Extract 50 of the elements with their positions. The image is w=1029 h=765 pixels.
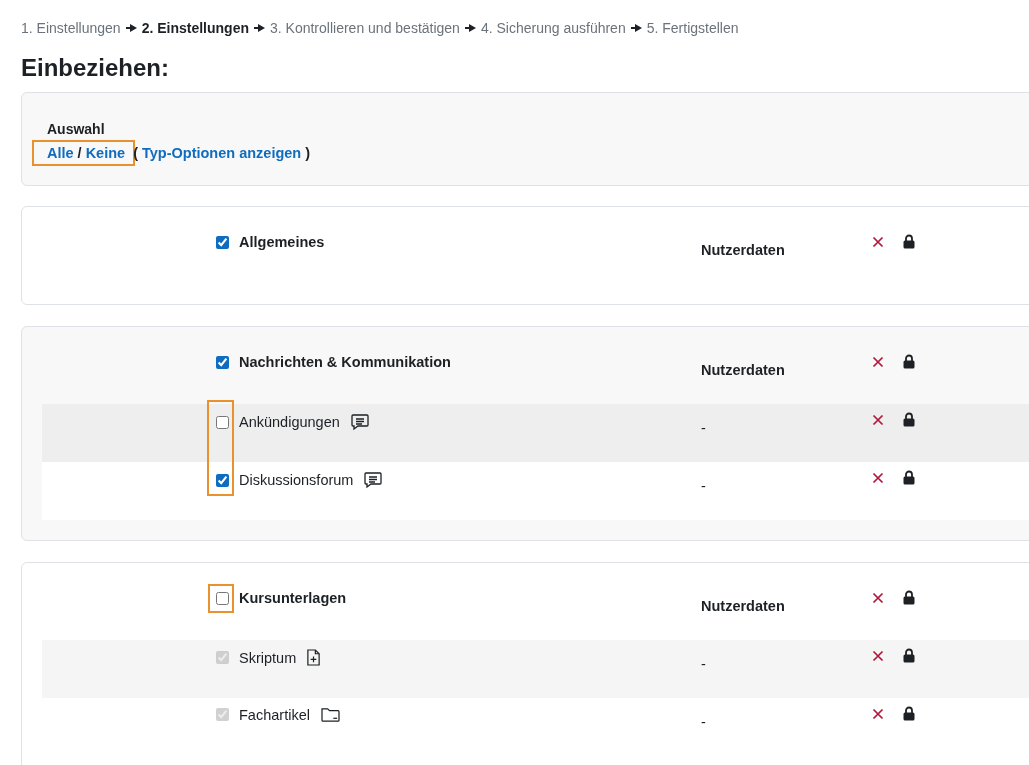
activity-label: Diskussionsforum xyxy=(239,472,354,488)
activity-label: Skriptum xyxy=(239,649,297,666)
activity-label: Fachartikel xyxy=(239,706,310,723)
lock-icon[interactable] xyxy=(903,234,915,249)
activity-checkbox[interactable] xyxy=(216,473,229,487)
arrow-icon xyxy=(254,24,265,32)
section-label: Kursunterlagen xyxy=(239,590,347,606)
breadcrumb-step: 2. Einstellungen xyxy=(141,20,249,36)
breadcrumb-step: 3. Kontrollieren und bestätigen xyxy=(270,20,460,36)
page-heading: Einbeziehen: xyxy=(21,54,171,82)
userdata-value: - xyxy=(701,713,707,730)
userdata-label: Nutzerdaten xyxy=(701,597,786,614)
speech-bubble-icon xyxy=(363,470,384,490)
cross-icon[interactable] xyxy=(872,236,884,248)
section-checkbox[interactable] xyxy=(216,355,229,369)
userdata-label: Nutzerdaten xyxy=(701,241,786,258)
separator-text: ) xyxy=(305,145,311,161)
select-link[interactable]: Alle xyxy=(47,145,74,161)
file-plus-icon xyxy=(306,648,322,667)
lock-icon[interactable] xyxy=(903,470,915,485)
section-label: Nachrichten & Kommunikation xyxy=(239,354,451,370)
selection-label: Auswahl xyxy=(47,121,106,137)
breadcrumb-step: 4. Sicherung ausführen xyxy=(480,20,626,36)
userdata-value: - xyxy=(701,655,707,672)
select-link[interactable]: Typ-Optionen anzeigen xyxy=(141,145,302,161)
select-link[interactable]: Keine xyxy=(85,145,126,161)
breadcrumb-step: 1. Einstellungen xyxy=(21,20,121,36)
userdata-label: Nutzerdaten xyxy=(701,361,786,378)
arrow-icon xyxy=(630,24,642,32)
lock-icon[interactable] xyxy=(903,354,915,369)
cross-icon[interactable] xyxy=(872,356,884,368)
separator-text: ( xyxy=(133,145,138,161)
lock-icon[interactable] xyxy=(903,412,915,427)
arrow-icon xyxy=(125,24,137,32)
arrow-icon xyxy=(464,24,476,32)
userdata-value: - xyxy=(701,419,707,436)
breadcrumb-step: 5. Fertigstellen xyxy=(646,20,739,36)
section-label: Allgemeines xyxy=(239,234,325,250)
speech-bubble-icon xyxy=(349,412,370,432)
userdata-value: - xyxy=(701,477,707,494)
cross-icon[interactable] xyxy=(872,414,884,426)
separator-text: / xyxy=(77,145,82,161)
folder-icon xyxy=(319,706,341,723)
activity-checkbox[interactable] xyxy=(216,415,229,429)
activity-label: Ankündigungen xyxy=(239,414,340,430)
section-checkbox[interactable] xyxy=(216,235,229,249)
cross-icon[interactable] xyxy=(872,472,884,484)
section-checkbox[interactable] xyxy=(216,591,229,605)
lock-icon[interactable] xyxy=(903,590,915,605)
cross-icon[interactable] xyxy=(872,592,884,604)
